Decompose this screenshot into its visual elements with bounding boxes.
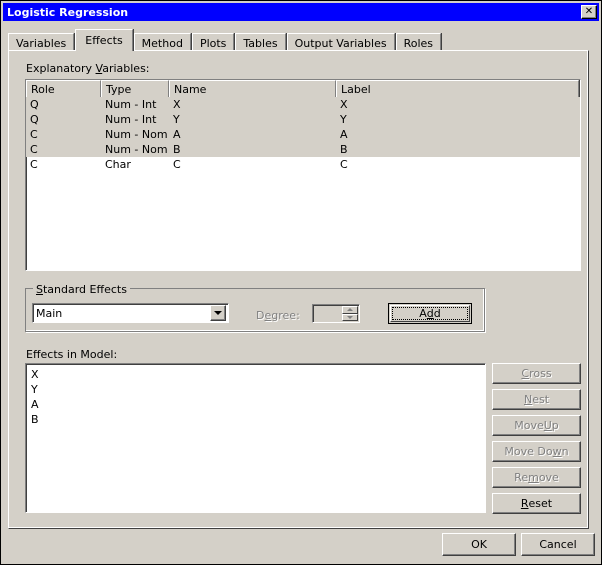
spinner-down-glyph: [347, 315, 353, 319]
column-header-name[interactable]: Name: [169, 80, 336, 97]
spinner-down-icon[interactable]: [342, 313, 358, 321]
standard-effects-combo-value: Main: [36, 306, 63, 320]
cell-name: C: [173, 158, 181, 171]
cell-label: C: [340, 158, 348, 171]
cell-role: C: [30, 158, 38, 171]
column-header-type[interactable]: Type: [101, 80, 169, 97]
table-row[interactable]: Q Num - Int Y Y: [26, 112, 580, 127]
tab-strip: Variables Effects Method Plots Tables Output …: [8, 29, 589, 53]
cell-type: Char: [105, 158, 131, 171]
explanatory-variables-table[interactable]: Role Type Name Label Q Num - Int X X Q Num - Int…: [25, 79, 581, 271]
cell-type: Num - Int: [105, 98, 157, 111]
list-item[interactable]: A: [26, 397, 485, 412]
cell-label: X: [340, 98, 348, 111]
spinner-up-glyph: [347, 308, 353, 312]
column-header-role[interactable]: Role: [26, 80, 101, 97]
spinner-up-icon[interactable]: [342, 306, 358, 314]
tab-panel-inner: Explanatory Variables: Role Type Name Label…: [9, 51, 588, 528]
table-row[interactable]: C Num - Nom B B: [26, 142, 580, 157]
cell-label: A: [340, 128, 348, 141]
explanatory-variables-label: Explanatory Variables:: [26, 62, 150, 75]
cell-type: Num - Nom: [105, 143, 168, 156]
cross-button: Cross: [492, 363, 581, 384]
cell-label: B: [340, 143, 348, 156]
add-button[interactable]: Add: [388, 303, 472, 324]
column-header-label[interactable]: Label: [336, 80, 579, 97]
list-item[interactable]: Y: [26, 382, 485, 397]
list-item[interactable]: X: [26, 367, 485, 382]
cell-type: Num - Nom: [105, 128, 168, 141]
close-glyph: ✕: [584, 6, 594, 17]
reset-button[interactable]: Reset: [492, 493, 581, 514]
list-item[interactable]: B: [26, 412, 485, 427]
close-icon[interactable]: ✕: [581, 5, 597, 19]
cell-role: C: [30, 143, 38, 156]
effects-in-model-list[interactable]: XYAB: [25, 363, 486, 513]
tab-effects[interactable]: Effects: [75, 29, 133, 51]
add-button-label: Add: [392, 307, 468, 320]
table-body: Q Num - Int X X Q Num - Int Y Y C Num - Nom A A C Num…: [26, 97, 580, 172]
table-row[interactable]: C Num - Nom A A: [26, 127, 580, 142]
logistic-regression-dialog: Logistic Regression ✕ Variables Effects Me…: [0, 0, 602, 565]
cell-name: A: [173, 128, 181, 141]
table-header-row: Role Type Name Label: [26, 80, 580, 97]
cell-name: Y: [173, 113, 180, 126]
degree-label: Degree:: [256, 309, 300, 322]
window-title: Logistic Regression: [7, 5, 129, 19]
cell-name: B: [173, 143, 181, 156]
cell-name: X: [173, 98, 181, 111]
move-down-button: Move Do w n: [492, 441, 581, 462]
cell-role: C: [30, 128, 38, 141]
cell-role: Q: [30, 98, 39, 111]
title-bar[interactable]: Logistic Regression ✕: [3, 3, 599, 21]
table-row[interactable]: Q Num - Int X X: [26, 97, 580, 112]
cell-label: Y: [340, 113, 347, 126]
cell-role: Q: [30, 113, 39, 126]
chevron-down-glyph: [214, 311, 222, 315]
move-up-button: Move Up: [492, 415, 581, 436]
effects-in-model-label: Effects in Model:: [26, 348, 118, 361]
cancel-button[interactable]: Cancel: [521, 533, 595, 556]
standard-effects-legend: Standard Effects: [33, 283, 130, 296]
nest-button: Nest: [492, 389, 581, 410]
ok-button[interactable]: OK: [442, 533, 516, 556]
chevron-down-icon[interactable]: [210, 305, 226, 321]
cell-type: Num - Int: [105, 113, 157, 126]
degree-spinner[interactable]: [312, 304, 360, 323]
remove-button: Re m ove: [492, 467, 581, 488]
table-row[interactable]: C Char C C: [26, 157, 580, 172]
tab-panel-effects: Explanatory Variables: Role Type Name Label…: [8, 50, 589, 529]
degree-spinner-buttons[interactable]: [342, 306, 358, 321]
standard-effects-combo[interactable]: Main: [32, 303, 229, 323]
